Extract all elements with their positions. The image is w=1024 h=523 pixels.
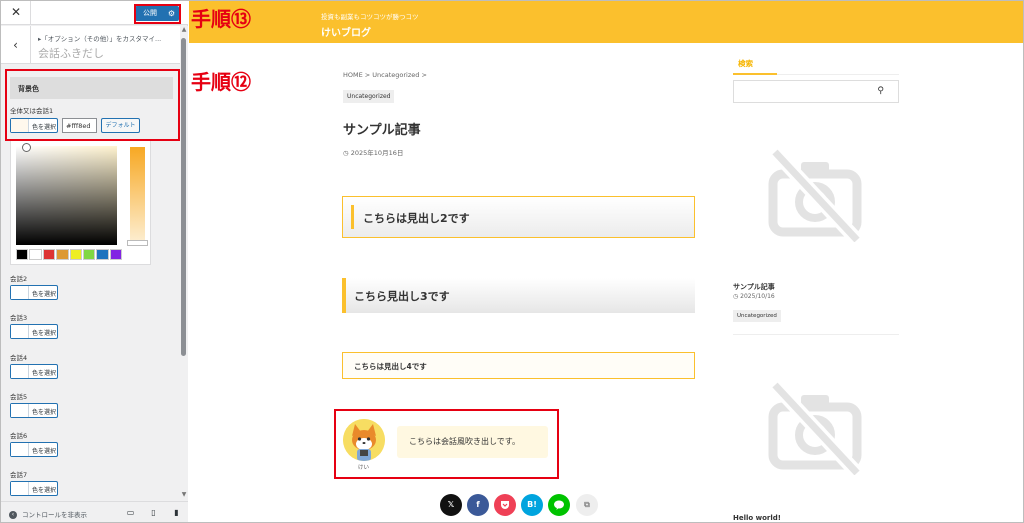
select-color-label: 色を選択 <box>32 487 57 494</box>
annotation-step-13: 手順⑬ <box>191 7 251 31</box>
post-title: サンプル記事 <box>343 123 421 138</box>
divider <box>733 334 899 335</box>
select-color-button[interactable]: 色を選択 <box>10 364 58 379</box>
desktop-preview-icon[interactable]: ▭ <box>126 508 135 518</box>
picker-handle[interactable] <box>22 143 31 152</box>
palette-swatch[interactable] <box>29 249 42 260</box>
select-color-button[interactable]: 色を選択 <box>10 403 58 418</box>
sidebar-post-title[interactable]: Hello world! <box>733 514 781 522</box>
mobile-preview-icon[interactable]: ▮ <box>172 508 181 518</box>
color-swatch <box>11 365 29 378</box>
select-color-button[interactable]: 色を選択 <box>10 442 58 457</box>
palette-swatch[interactable] <box>69 249 82 260</box>
scroll-down-icon[interactable]: ▼ <box>180 491 188 498</box>
select-color-button[interactable]: 色を選択 <box>10 285 58 300</box>
browser-frame: ✕ 公開 ⚙ ‹ ▸「オプション（その他）」をカスタマイ... 会話ふきだし 背… <box>0 0 1024 523</box>
collapse-icon: ‹ <box>9 511 17 519</box>
palette-swatch[interactable] <box>82 249 96 260</box>
heading-2-text: こちらは見出し2です <box>363 212 470 225</box>
field-label: 会話2 <box>10 275 28 283</box>
no-image-icon <box>768 147 863 242</box>
heading-4: こちらは見出し4です <box>342 352 695 379</box>
title-underline <box>733 73 777 75</box>
color-swatch <box>11 286 29 299</box>
color-swatch <box>11 325 29 338</box>
hue-slider[interactable] <box>130 147 145 245</box>
annotation-step-12: 手順⑫ <box>191 70 251 94</box>
palette-swatch[interactable] <box>56 249 69 260</box>
sidebar-category-badge[interactable]: Uncategorized <box>733 310 781 322</box>
select-color-label: 色を選択 <box>32 291 57 298</box>
site-header: 投資も副業もコツコツが勝つコツ けいブログ <box>189 1 1023 43</box>
site-name[interactable]: けいブログ <box>321 24 371 39</box>
x-share-button[interactable]: 𝕏 <box>440 494 462 516</box>
palette-swatch[interactable] <box>96 249 109 260</box>
palette-swatch[interactable] <box>42 249 56 260</box>
scroll-up-icon[interactable]: ▲ <box>180 26 188 33</box>
search-icon[interactable]: ⚲ <box>877 86 884 96</box>
hide-controls-button[interactable]: ‹ コントロールを非表示 <box>9 509 87 519</box>
line-share-button[interactable] <box>548 494 570 516</box>
heading-3-text: こちら見出し3です <box>354 290 450 303</box>
tablet-preview-icon[interactable]: ▯ <box>149 508 158 518</box>
clock-icon: ◷ <box>733 293 739 300</box>
annotation-box-speech <box>334 409 559 479</box>
field-label: 会話5 <box>10 393 28 401</box>
hide-controls-label: コントロールを非表示 <box>22 511 87 519</box>
close-icon[interactable]: ✕ <box>9 5 23 19</box>
heading-3: こちら見出し3です <box>342 278 695 313</box>
select-color-button[interactable]: 色を選択 <box>10 481 58 496</box>
hue-handle[interactable] <box>127 240 148 246</box>
sidebar-post-date: ◷ 2025/10/16 <box>733 293 775 300</box>
search-widget-title: 検索 <box>738 59 753 68</box>
heading-2: こちらは見出し2です <box>342 196 695 238</box>
facebook-share-button[interactable]: f <box>467 494 489 516</box>
select-color-label: 色を選択 <box>32 409 57 416</box>
line-icon <box>554 500 564 510</box>
sidebar-post-date-text: 2025/10/16 <box>740 293 775 300</box>
color-swatch <box>11 482 29 495</box>
customizer-breadcrumb: ▸「オプション（その他）」をカスタマイ... <box>38 35 162 43</box>
post-date: ◷ 2025年10月16日 <box>343 147 403 157</box>
hatena-share-button[interactable]: B! <box>521 494 543 516</box>
field-label: 会話3 <box>10 314 28 322</box>
select-color-button[interactable]: 色を選択 <box>10 324 58 339</box>
divider <box>30 1 31 25</box>
field-label: 会話6 <box>10 432 28 440</box>
back-button[interactable]: ‹ <box>1 26 31 64</box>
category-badge[interactable]: Uncategorized <box>343 90 395 103</box>
color-picker[interactable] <box>10 139 151 265</box>
heading-4-text: こちらは見出し4です <box>354 362 427 371</box>
saturation-area[interactable] <box>16 146 117 245</box>
annotation-box-publish <box>134 4 181 24</box>
select-color-label: 色を選択 <box>32 370 57 377</box>
field-label: 会話4 <box>10 354 28 362</box>
annotation-box-background <box>5 69 180 141</box>
section-header: ‹ ▸「オプション（その他）」をカスタマイ... 会話ふきだし <box>1 26 182 64</box>
sidebar-post-title[interactable]: サンプル記事 <box>733 282 775 292</box>
scroll-thumb[interactable] <box>181 38 186 356</box>
color-swatch <box>11 404 29 417</box>
field-label: 会話7 <box>10 471 28 479</box>
clock-icon: ◷ <box>343 149 349 157</box>
pocket-share-button[interactable] <box>494 494 516 516</box>
color-palette <box>16 249 122 261</box>
palette-swatch[interactable] <box>16 249 29 260</box>
customizer-footer: ‹ コントロールを非表示 ▭ ▯ ▮ <box>1 501 188 522</box>
breadcrumb[interactable]: HOME > Uncategorized > <box>343 71 427 79</box>
scrollbar[interactable]: ▲ ▼ <box>180 26 188 501</box>
select-color-label: 色を選択 <box>32 330 57 337</box>
post-date-text: 2025年10月16日 <box>350 149 404 157</box>
no-image-icon <box>768 380 863 475</box>
section-title: 会話ふきだし <box>38 47 104 60</box>
palette-swatch[interactable] <box>109 249 122 260</box>
select-color-label: 色を選択 <box>32 448 57 455</box>
search-input[interactable]: ⚲ <box>733 80 899 103</box>
color-swatch <box>11 443 29 456</box>
copy-link-button[interactable]: ⧉ <box>576 494 598 516</box>
site-tagline: 投資も副業もコツコツが勝つコツ <box>321 13 419 21</box>
pocket-icon <box>501 501 509 509</box>
